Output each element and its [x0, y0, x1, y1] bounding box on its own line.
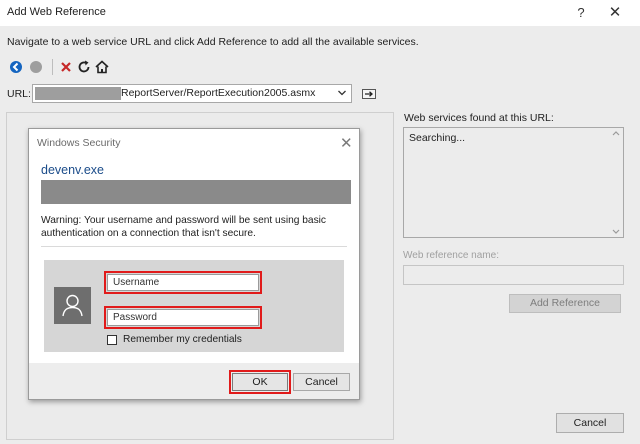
help-button[interactable]: ?: [570, 3, 592, 23]
reference-name-label: Web reference name:: [403, 250, 499, 261]
refresh-icon[interactable]: [76, 59, 92, 75]
cancel-icon[interactable]: [58, 59, 74, 75]
back-icon[interactable]: [8, 59, 24, 75]
dialog-footer: OK Cancel: [29, 363, 359, 399]
services-list[interactable]: Searching...: [403, 127, 624, 238]
user-avatar: [54, 287, 91, 324]
username-field[interactable]: [104, 271, 262, 294]
services-status: Searching...: [409, 132, 466, 144]
cancel-button[interactable]: Cancel: [556, 413, 624, 433]
ok-button[interactable]: OK: [229, 370, 291, 394]
window-title: Add Web Reference: [7, 6, 106, 18]
chevron-down-icon[interactable]: [337, 88, 347, 98]
services-label: Web services found at this URL:: [404, 112, 554, 124]
redacted-server-bar: [41, 180, 351, 204]
toolbar-separator: [52, 59, 53, 75]
stop-icon[interactable]: [28, 59, 44, 75]
redacted-host: [35, 87, 121, 100]
remember-label: Remember my credentials: [123, 334, 242, 345]
dialog-divider: [41, 246, 347, 247]
password-field[interactable]: [104, 306, 262, 329]
remember-checkbox[interactable]: [107, 335, 117, 345]
browser-toolbar: [6, 57, 116, 79]
window-close-button[interactable]: ✕: [604, 3, 626, 23]
url-combobox[interactable]: ReportServer/ReportExecution2005.asmx: [32, 84, 352, 103]
home-icon[interactable]: [94, 59, 110, 75]
url-label: URL:: [7, 88, 31, 100]
add-reference-button[interactable]: Add Reference: [509, 294, 621, 313]
user-icon: [62, 294, 83, 317]
go-arrow-icon[interactable]: [362, 89, 376, 99]
windows-security-dialog: Windows Security ✕ devenv.exe Warning: Y…: [28, 128, 360, 400]
reference-name-input[interactable]: [403, 265, 624, 285]
instructions-text: Navigate to a web service URL and click …: [7, 36, 419, 48]
security-warning: Warning: Your username and password will…: [41, 215, 327, 239]
dialog-title: Windows Security: [37, 137, 121, 149]
title-bar: Add Web Reference ? ✕: [0, 0, 640, 26]
app-name: devenv.exe: [41, 163, 105, 177]
url-value[interactable]: ReportServer/ReportExecution2005.asmx: [121, 87, 315, 99]
credential-panel: Remember my credentials: [44, 260, 344, 352]
dialog-close-icon[interactable]: ✕: [340, 134, 353, 152]
dialog-cancel-button[interactable]: Cancel: [293, 373, 350, 391]
services-scrollbar[interactable]: [609, 128, 623, 237]
